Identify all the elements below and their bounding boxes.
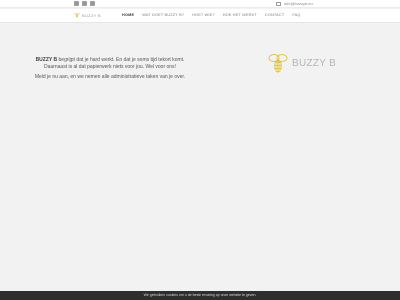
email-address: info@buzzyb.eu xyxy=(284,1,313,6)
email-link[interactable]: info@buzzyb.eu xyxy=(276,1,313,6)
main-nav: Home Wat doet Buzzy B? Hoe? Wie? Hoe het… xyxy=(122,13,301,17)
top-bar: info@buzzyb.eu xyxy=(0,0,400,8)
hero-logo-text: BUZZY B xyxy=(292,57,337,69)
intro-line-1: BUZZY B begrijpt dat je hard werkt. En d… xyxy=(20,57,200,71)
phone-icon[interactable] xyxy=(82,1,87,6)
main-navbar: BUZZY B Home Wat doet Buzzy B? Hoe? Wie?… xyxy=(0,9,400,23)
nav-item-contact[interactable]: Contact xyxy=(265,13,284,17)
bee-logo-icon xyxy=(74,12,80,18)
nav-item-hoe-wie[interactable]: Hoe? Wie? xyxy=(192,13,214,17)
intro-text: BUZZY B begrijpt dat je hard werkt. En d… xyxy=(20,57,200,84)
nav-item-hoe-het-werkt[interactable]: Hoe het werkt xyxy=(223,13,257,17)
intro-line-1-rest: begrijpt dat je hard werkt. En dat je so… xyxy=(57,57,185,63)
nav-item-home[interactable]: Home xyxy=(122,13,134,17)
facebook-icon[interactable] xyxy=(74,1,79,6)
header-logo-text: BUZZY B xyxy=(82,12,101,18)
intro-line-3: Meld je nu aan, en we nemen alle adminis… xyxy=(34,74,186,80)
social-links xyxy=(74,1,95,6)
bee-logo-icon xyxy=(268,54,288,73)
cookie-bar[interactable]: We gebruiken cookies om u de beste ervar… xyxy=(0,291,400,300)
cookie-text: We gebruiken cookies om u de beste ervar… xyxy=(143,293,257,297)
header-logo[interactable]: BUZZY B xyxy=(74,12,101,18)
instagram-icon[interactable] xyxy=(90,1,95,6)
intro-brand: BUZZY B xyxy=(35,57,58,63)
nav-item-wat-doet-buzzy-b[interactable]: Wat doet Buzzy B? xyxy=(142,13,184,17)
intro-line-2: Daarnaast is al dat papierwerk niets voo… xyxy=(44,64,176,70)
nav-item-faq[interactable]: FAQ xyxy=(292,13,300,17)
hero-logo: BUZZY B xyxy=(268,52,336,74)
mail-icon xyxy=(276,1,281,6)
